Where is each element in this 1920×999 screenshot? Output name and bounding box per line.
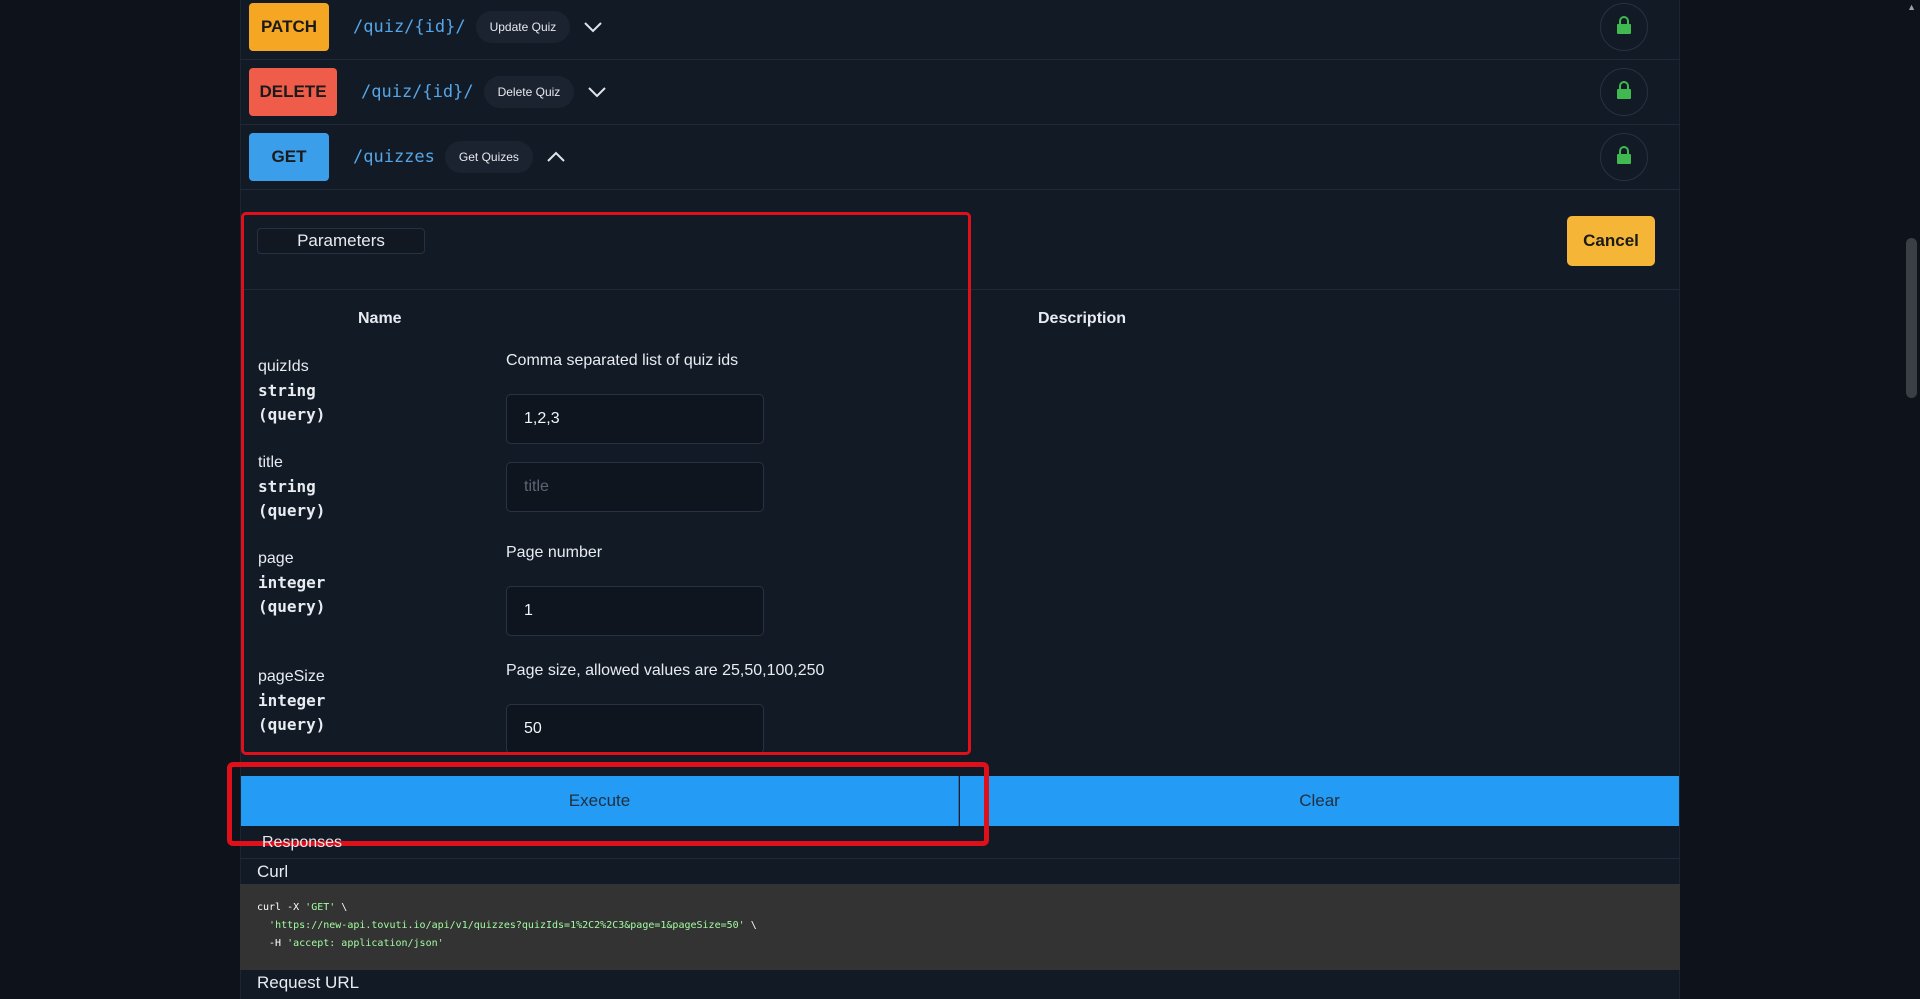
param-type: integer xyxy=(258,691,326,710)
method-badge-delete: DELETE xyxy=(249,68,337,116)
param-type: string xyxy=(258,381,316,400)
param-type: string xyxy=(258,477,316,496)
param-quizids-input[interactable] xyxy=(506,394,764,444)
operation-path: /quizzes xyxy=(353,147,435,167)
curl-label: Curl xyxy=(257,862,289,881)
param-page-input[interactable] xyxy=(506,586,764,636)
param-name: page xyxy=(258,550,294,567)
param-pagesize-name: pageSize integer (query) xyxy=(258,665,325,737)
param-title-name: title string (query) xyxy=(258,451,325,523)
responses-label: Responses xyxy=(262,834,343,851)
operation-summary: Update Quiz xyxy=(475,11,571,43)
param-pagesize-input[interactable] xyxy=(506,704,764,754)
param-page-name: page integer (query) xyxy=(258,547,325,619)
param-pagesize-description: Page size, allowed values are 25,50,100,… xyxy=(506,662,825,679)
operation-get-quizzes[interactable]: GET /quizzes Get Quizes xyxy=(240,125,1680,190)
operation-summary: Get Quizes xyxy=(444,141,533,173)
authorize-lock-button[interactable] xyxy=(1600,133,1648,181)
param-location: (query) xyxy=(258,597,326,616)
curl-line-2: 'https://new-api.tovuti.io/api/v1/quizze… xyxy=(269,920,757,931)
lock-icon xyxy=(1616,80,1632,104)
execute-button[interactable]: Execute xyxy=(241,776,959,826)
method-badge-get: GET xyxy=(249,133,329,181)
divider xyxy=(240,858,1680,859)
lock-icon xyxy=(1616,15,1632,39)
param-name: title xyxy=(258,454,283,471)
scroll-up-arrow-icon[interactable]: ▲ xyxy=(1907,2,1916,12)
param-location: (query) xyxy=(258,501,326,520)
authorize-lock-button[interactable] xyxy=(1600,3,1648,51)
param-quizids-name: quizIds string (query) xyxy=(258,355,325,427)
operation-summary: Delete Quiz xyxy=(483,76,575,108)
operation-patch-quiz[interactable]: PATCH /quiz/{id}/ Update Quiz xyxy=(240,0,1680,60)
curl-line-3: -H 'accept: application/json' xyxy=(257,938,444,949)
method-badge-patch: PATCH xyxy=(249,3,329,51)
param-name: pageSize xyxy=(258,668,325,685)
request-url-label: Request URL xyxy=(257,973,360,992)
param-page-description: Page number xyxy=(506,544,603,561)
operation-path: /quiz/{id}/ xyxy=(361,82,474,102)
page-scrollbar[interactable]: ▲ xyxy=(1903,0,1920,999)
column-header-name: Name xyxy=(358,310,402,327)
scrollbar-thumb[interactable] xyxy=(1906,238,1917,398)
authorize-lock-button[interactable] xyxy=(1600,68,1648,116)
chevron-down-icon[interactable] xyxy=(582,16,604,38)
param-quizids-description: Comma separated list of quiz ids xyxy=(506,352,739,369)
clear-button[interactable]: Clear xyxy=(960,776,1679,826)
cancel-button[interactable]: Cancel xyxy=(1567,216,1655,266)
param-name: quizIds xyxy=(258,358,309,375)
curl-code-block[interactable]: curl -X 'GET' \ 'https://new-api.tovuti.… xyxy=(240,884,1680,970)
param-location: (query) xyxy=(258,715,326,734)
param-title-input[interactable] xyxy=(506,462,764,512)
lock-icon xyxy=(1616,145,1632,169)
chevron-down-icon[interactable] xyxy=(586,81,608,103)
param-type: integer xyxy=(258,573,326,592)
curl-line-1: curl -X 'GET' \ xyxy=(257,902,348,913)
operation-delete-quiz[interactable]: DELETE /quiz/{id}/ Delete Quiz xyxy=(240,60,1680,125)
column-header-description: Description xyxy=(1038,310,1127,327)
divider xyxy=(240,289,1680,290)
tab-parameters[interactable]: Parameters xyxy=(257,228,425,254)
param-location: (query) xyxy=(258,405,326,424)
operation-path: /quiz/{id}/ xyxy=(353,17,466,37)
chevron-up-icon[interactable] xyxy=(545,146,567,168)
